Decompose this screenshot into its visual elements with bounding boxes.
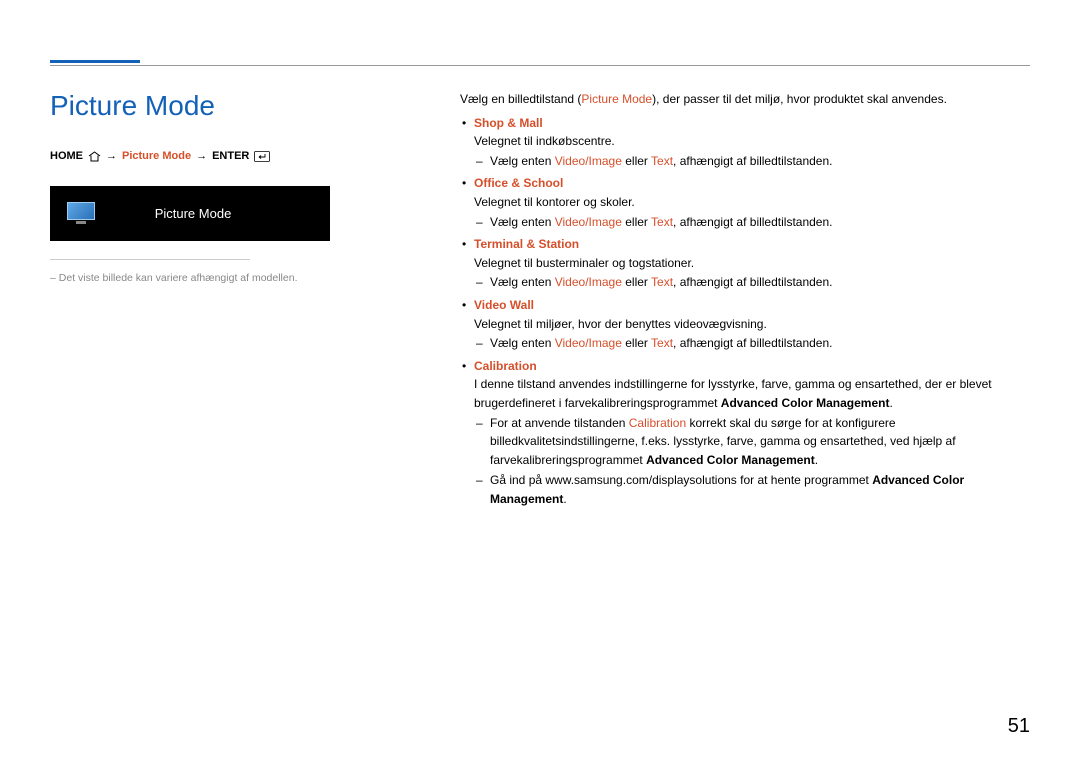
mode-desc: Velegnet til miljøer, hvor der benyttes … [474,315,1030,334]
mode-desc: Velegnet til kontorer og skoler. [474,193,1030,212]
screenshot-label: Picture Mode [96,206,330,221]
select-option-line: Vælg enten Video/Image eller Text, afhæn… [490,213,1030,232]
mode-shop: Shop & Mall Velegnet til indkøbscentre. … [474,114,1030,171]
mode-name: Calibration [474,357,1030,376]
select-option-line: Vælg enten Video/Image eller Text, afhæn… [490,152,1030,171]
intro-text: Vælg en billedtilstand (Picture Mode), d… [460,90,1030,109]
arrow-icon: → [196,150,207,162]
mode-terminal: Terminal & Station Velegnet til bustermi… [474,235,1030,292]
footnote: Det viste billede kan variere afhængigt … [50,272,420,284]
mode-name: Office & School [474,174,1030,193]
breadcrumb-enter: ENTER [212,150,249,162]
calibration-note-2: Gå ind på www.samsung.com/displaysolutio… [490,471,1030,508]
select-option-line: Vælg enten Video/Image eller Text, afhæn… [490,273,1030,292]
mode-name: Shop & Mall [474,114,1030,133]
select-option-line: Vælg enten Video/Image eller Text, afhæn… [490,334,1030,353]
mode-name: Video Wall [474,296,1030,315]
monitor-icon [66,202,96,226]
right-column: Vælg en billedtilstand (Picture Mode), d… [460,90,1030,512]
arrow-icon: → [106,150,117,162]
divider [50,259,250,260]
page-number: 51 [1008,715,1030,738]
page-title: Picture Mode [50,90,420,122]
calibration-note-1: For at anvende tilstanden Calibration ko… [490,414,1030,470]
section-marker [50,60,140,63]
breadcrumb-home: HOME [50,150,83,162]
left-column: Picture Mode HOME → Picture Mode → ENTER [50,90,420,512]
breadcrumb-step: Picture Mode [122,150,191,162]
ui-screenshot-preview: Picture Mode [50,186,330,241]
mode-office: Office & School Velegnet til kontorer og… [474,174,1030,231]
breadcrumb: HOME → Picture Mode → ENTER [50,150,420,162]
mode-name: Terminal & Station [474,235,1030,254]
mode-calibration: Calibration I denne tilstand anvendes in… [474,357,1030,509]
mode-desc: Velegnet til busterminaler og togstation… [474,254,1030,273]
divider [50,65,1030,66]
mode-desc: Velegnet til indkøbscentre. [474,132,1030,151]
home-icon [88,151,101,162]
mode-videowall: Video Wall Velegnet til miljøer, hvor de… [474,296,1030,353]
mode-desc: I denne tilstand anvendes indstillingern… [474,375,1030,412]
enter-icon [254,151,270,162]
